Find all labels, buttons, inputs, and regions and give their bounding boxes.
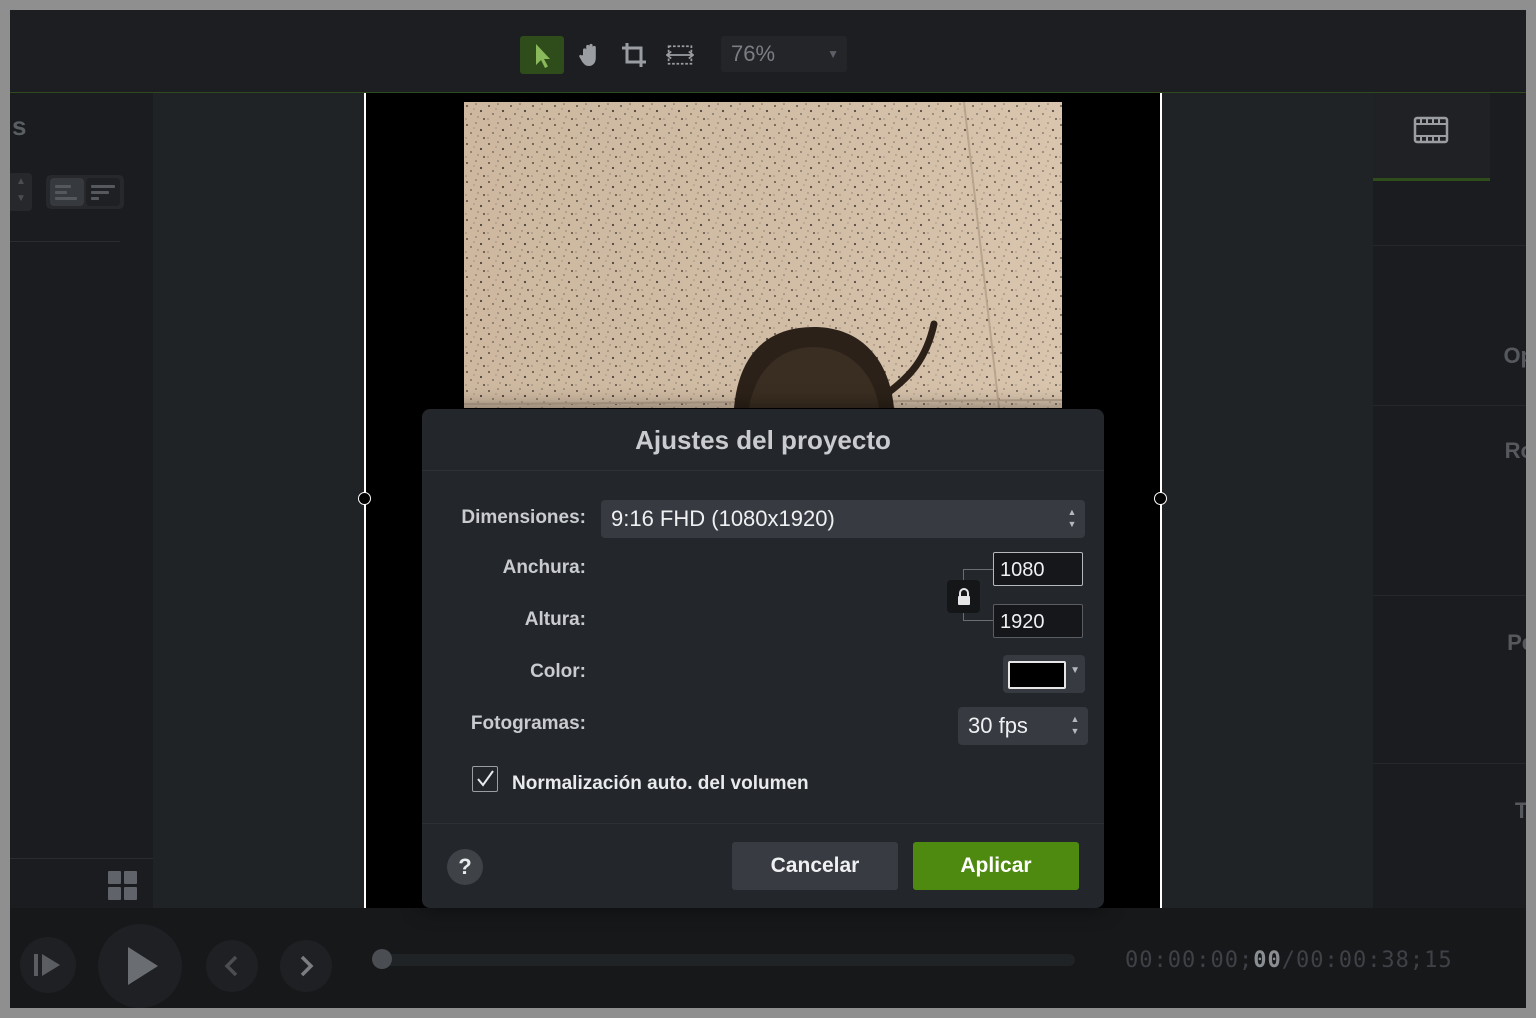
app-window: 76% ▼ s ▲ ▼ O R P T 00:00:00;00/00:00:38… — [10, 10, 1526, 1008]
auto-normalize-label: Normalización auto. del volumen — [512, 773, 809, 794]
play-icon — [128, 947, 158, 985]
project-settings-dialog: Ajustes del proyecto Dimensiones: 9:16 F… — [422, 409, 1104, 908]
grid-view-icon[interactable] — [106, 867, 140, 901]
timecode-display: 00:00:00;00/00:00:38;15 — [1125, 948, 1453, 973]
select-tool-button[interactable] — [520, 36, 564, 74]
apply-button[interactable]: Aplicar — [913, 842, 1079, 890]
timeline-scrubber[interactable] — [375, 954, 1075, 966]
chevron-down-icon: ▼ — [1070, 665, 1080, 676]
film-strip-icon — [1413, 116, 1449, 144]
chevron-down-icon: ▼ — [827, 47, 839, 61]
step-play-icon — [34, 954, 60, 976]
timecode-current: 00:00:00; — [1125, 948, 1254, 973]
top-toolbar: 76% ▼ — [10, 10, 1526, 93]
next-frame-button[interactable] — [280, 940, 332, 992]
dialog-divider — [422, 470, 1104, 471]
panel-divider — [1373, 405, 1526, 406]
dimensions-value: 9:16 FHD (1080x1920) — [611, 506, 835, 531]
property-label: Pe — [1507, 630, 1526, 655]
cat-on-floor-image — [464, 102, 1062, 408]
lock-icon — [957, 587, 970, 605]
view-toggle[interactable] — [46, 175, 124, 209]
sort-stepper[interactable]: ▲ ▼ — [10, 173, 32, 211]
property-label: Op — [1503, 343, 1526, 368]
step-play-button[interactable] — [20, 937, 76, 993]
playback-bar: 00:00:00;00/00:00:38;15 — [10, 908, 1526, 1008]
panel-divider — [1373, 245, 1526, 246]
media-panel: s ▲ ▼ — [10, 93, 153, 908]
panel-divider — [1373, 763, 1526, 764]
panel-divider — [10, 241, 120, 242]
panel-divider — [1373, 595, 1526, 596]
color-label: Color: — [530, 661, 586, 682]
properties-panel: Op Ro Pe Ti — [1373, 93, 1526, 908]
crop-icon — [622, 43, 646, 67]
auto-normalize-checkbox[interactable] — [472, 766, 498, 792]
zoom-value: 76% — [731, 41, 776, 66]
fit-resize-icon — [666, 45, 694, 65]
zoom-dropdown[interactable]: 76% ▼ — [721, 36, 847, 72]
previous-frame-button[interactable] — [206, 940, 258, 992]
timecode-total: /00:00:38;15 — [1281, 948, 1453, 973]
property-label: Ti — [1514, 798, 1526, 823]
chevron-left-icon — [224, 955, 238, 977]
framerate-value: 30 fps — [968, 713, 1028, 738]
color-swatch — [1008, 661, 1066, 689]
checkmark-icon — [477, 770, 494, 787]
pan-tool-button[interactable] — [568, 36, 612, 74]
dialog-title: Ajustes del proyecto — [635, 425, 891, 455]
crop-tool-button[interactable] — [612, 36, 656, 74]
width-label: Anchura: — [502, 557, 586, 578]
chevron-right-icon — [300, 955, 314, 977]
aspect-lock-button[interactable] — [947, 580, 980, 613]
help-button[interactable]: ? — [447, 849, 483, 885]
height-label: Altura: — [524, 609, 586, 630]
play-button[interactable] — [98, 924, 182, 1008]
hand-icon — [579, 43, 596, 66]
cancel-button[interactable]: Cancelar — [732, 842, 898, 890]
video-frame-image[interactable] — [464, 102, 1062, 408]
panel-divider — [10, 858, 153, 859]
sort-view-button[interactable] — [86, 178, 120, 206]
color-picker[interactable]: ▼ — [1003, 655, 1085, 693]
height-input[interactable]: 1920 — [993, 604, 1083, 638]
property-label: Ro — [1504, 438, 1526, 463]
up-down-arrows-icon: ▲ ▼ — [1070, 714, 1080, 736]
width-input[interactable]: 1080 — [993, 552, 1083, 586]
timecode-current-frames: 00 — [1253, 948, 1282, 973]
up-down-arrows-icon: ▲ ▼ — [1067, 507, 1077, 529]
dimensions-select[interactable]: 9:16 FHD (1080x1920) ▲ ▼ — [601, 500, 1085, 538]
resize-handle-left[interactable] — [358, 492, 371, 505]
framerate-label: Fotogramas: — [470, 713, 586, 734]
framerate-select[interactable]: 30 fps ▲ ▼ — [958, 707, 1088, 745]
resize-handle-right[interactable] — [1154, 492, 1167, 505]
dialog-divider — [422, 823, 1104, 824]
scrubber-handle[interactable] — [372, 949, 392, 969]
dimensions-label: Dimensiones: — [461, 507, 586, 528]
list-view-button[interactable] — [50, 178, 84, 206]
arrow-cursor-icon — [536, 44, 550, 68]
fit-tool-button[interactable] — [658, 36, 702, 74]
panel-title: s — [12, 111, 27, 141]
tab-visual-properties[interactable] — [1373, 93, 1490, 181]
